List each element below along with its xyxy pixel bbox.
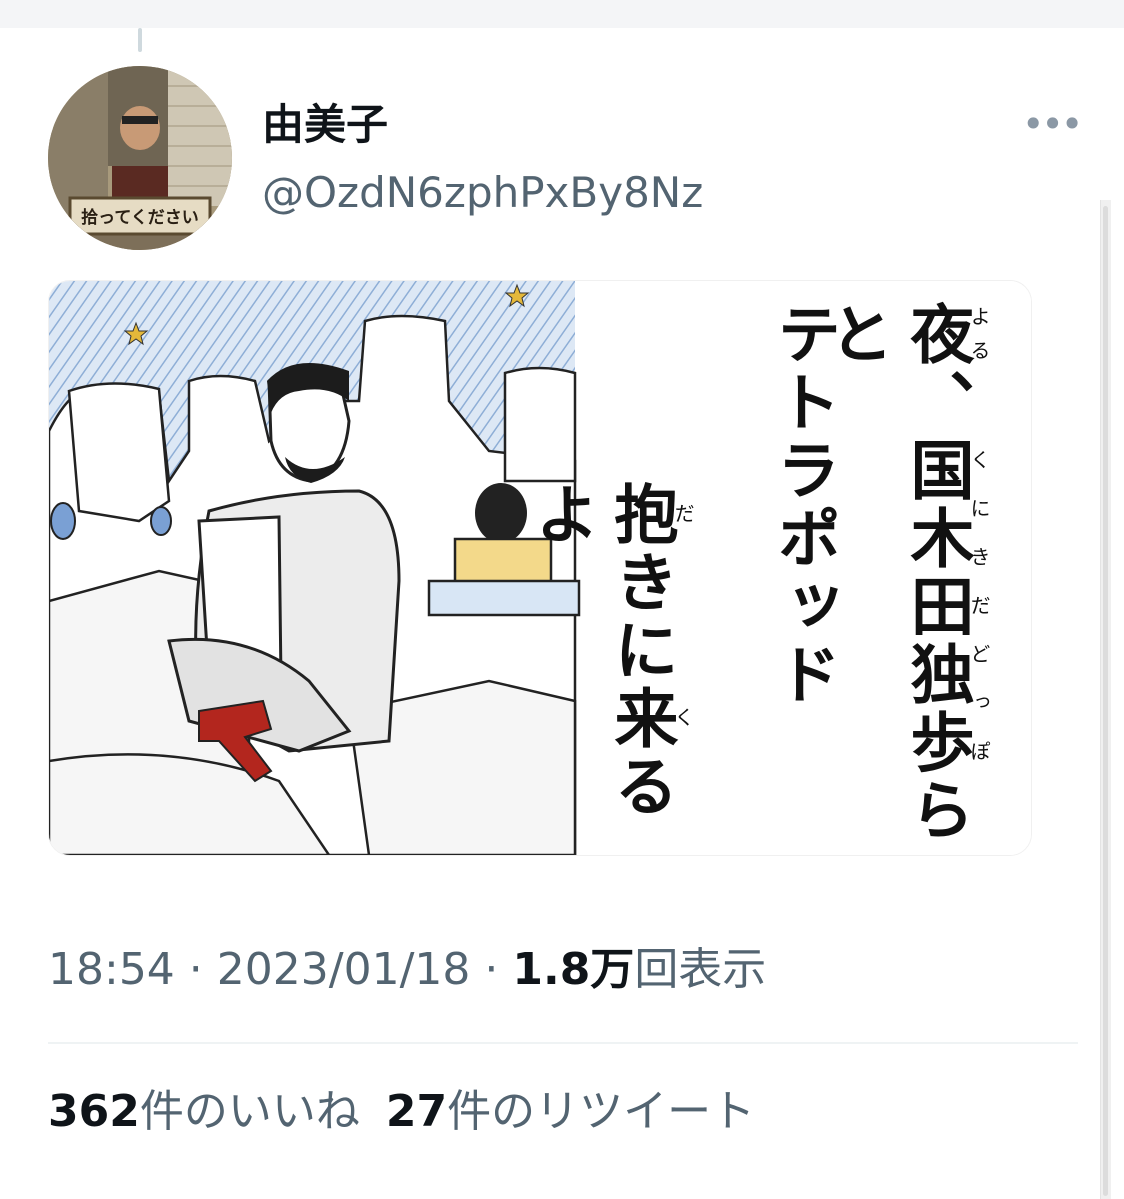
caption-column-1: 夜よる、国木田独歩くにきだどっぽらと	[819, 301, 992, 845]
tweet-detail-page: 拾ってください 由美子 @OzdN6zphPxBy8Nz ••• 夜よる、国木田…	[0, 0, 1124, 1199]
scrollbar[interactable]	[1100, 200, 1111, 1199]
views-count: 1.8万	[512, 944, 635, 995]
divider	[48, 1042, 1078, 1044]
more-horizontal-icon: •••	[1022, 102, 1083, 146]
retweets-count: 27	[385, 1086, 448, 1137]
tweet-image[interactable]: 夜よる、国木田独歩くにきだどっぽらと テトラポッド 抱だきに来くるよ	[48, 280, 1032, 856]
meta-separator: ·	[174, 944, 217, 995]
views-label: 回表示	[634, 944, 767, 995]
scrollbar-thumb[interactable]	[1103, 206, 1108, 1196]
meta-separator: ·	[470, 944, 513, 995]
likes-stat[interactable]: 362件のいいね	[48, 1086, 360, 1137]
avatar[interactable]: 拾ってください	[48, 66, 232, 250]
caption-column-3: 抱だきに来くるよ	[523, 481, 696, 821]
avatar-sign-text: 拾ってください	[81, 207, 199, 228]
more-options-button[interactable]: •••	[1022, 102, 1083, 146]
caption-column-2: テトラポッド	[766, 301, 841, 709]
author-handle[interactable]: @OzdN6zphPxBy8Nz	[262, 166, 703, 220]
avatar-image: 拾ってください	[48, 66, 232, 250]
likes-label: 件のいいね	[139, 1086, 360, 1137]
retweets-label: 件のリツイート	[447, 1086, 756, 1137]
tweet-date[interactable]: 2023/01/18	[217, 944, 471, 995]
thread-connector-line	[138, 28, 142, 52]
tweet-time[interactable]: 18:54	[48, 944, 175, 995]
top-bar	[0, 0, 1124, 28]
likes-count: 362	[48, 1086, 140, 1137]
engagement-stats: 362件のいいね 27件のリツイート	[48, 1082, 755, 1142]
author-display-name[interactable]: 由美子	[262, 98, 388, 152]
retweets-stat[interactable]: 27件のリツイート	[386, 1086, 755, 1137]
tweet-meta: 18:54 · 2023/01/18 · 1.8万回表示	[48, 940, 766, 1000]
